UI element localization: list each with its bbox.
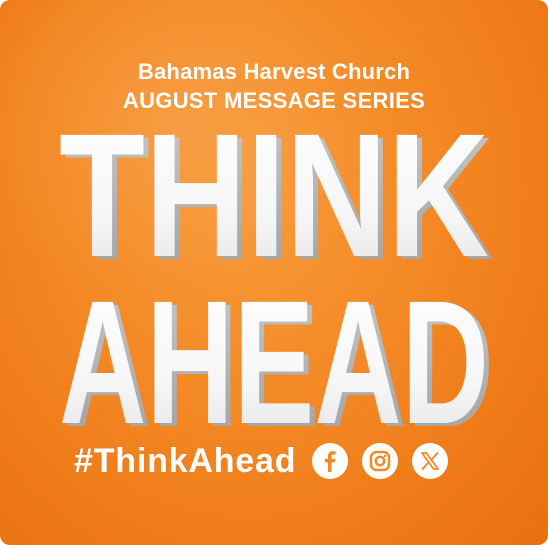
hashtag: #ThinkAhead bbox=[74, 442, 297, 480]
instagram-icon[interactable] bbox=[362, 443, 399, 479]
series-poster: Bahamas Harvest Church AUGUST MESSAGE SE… bbox=[0, 0, 548, 545]
facebook-icon[interactable] bbox=[312, 443, 349, 479]
title-line2: AHEAD bbox=[59, 265, 489, 461]
social-links bbox=[312, 443, 462, 479]
x-icon[interactable] bbox=[412, 443, 449, 479]
footer-row: #ThinkAhead bbox=[74, 438, 462, 484]
